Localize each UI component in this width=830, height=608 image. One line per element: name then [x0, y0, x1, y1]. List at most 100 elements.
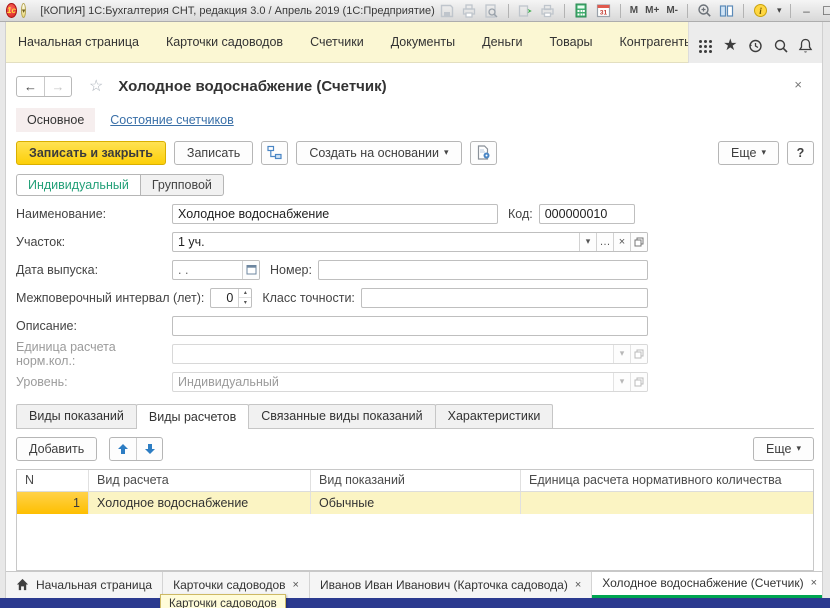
tab-characteristics[interactable]: Характеристики	[435, 404, 554, 428]
back-button[interactable]: ←	[17, 77, 44, 96]
create-based-on-label: Создать на основании	[309, 146, 439, 160]
close-tab-icon[interactable]: ×	[293, 579, 299, 591]
info-icon[interactable]: i	[752, 2, 769, 19]
favorites-star-icon[interactable]: ★	[721, 37, 739, 55]
name-field[interactable]: Холодное водоснабжение	[172, 204, 498, 224]
link-meter-states[interactable]: Состояние счетчиков	[110, 113, 233, 127]
area-dropdown-icon[interactable]: ▾	[579, 233, 596, 251]
form-more-button[interactable]: Еще ▾	[718, 141, 779, 165]
interval-spinner[interactable]: ▴ ▾	[238, 289, 251, 307]
section-documents[interactable]: Документы	[391, 35, 455, 49]
calc-type-cell[interactable]: Холодное водоснабжение	[89, 492, 311, 514]
apps-grid-icon[interactable]	[696, 37, 714, 55]
unit-cell[interactable]	[521, 492, 813, 514]
issue-date-field[interactable]: . .	[172, 260, 260, 280]
section-gardener-cards[interactable]: Карточки садоводов	[166, 35, 283, 49]
history-icon[interactable]	[746, 37, 764, 55]
memory-m-minus-button[interactable]: M-	[665, 5, 679, 16]
taskbar-tab-label: Начальная страница	[36, 578, 152, 592]
forward-button[interactable]: →	[44, 77, 71, 96]
add-row-button[interactable]: Добавить	[16, 437, 97, 461]
notifications-bell-icon[interactable]	[797, 37, 815, 55]
number-field[interactable]	[318, 260, 648, 280]
move-row-up-button[interactable]	[110, 438, 136, 460]
area-clear-icon[interactable]: ×	[613, 233, 630, 251]
memory-m-button[interactable]: M	[629, 5, 639, 16]
taskbar-tab-cold-water-meter[interactable]: Холодное водоснабжение (Счетчик) ×	[592, 572, 828, 598]
interval-value: 0	[211, 291, 238, 305]
toggle-group[interactable]: Групповой	[141, 174, 224, 196]
form-more-label: Еще	[731, 146, 756, 160]
unit-dropdown-icon: ▾	[613, 345, 630, 363]
level-open-icon	[630, 373, 647, 391]
table-more-label: Еще	[766, 442, 791, 456]
tab-calculation-kinds[interactable]: Виды расчетов	[136, 404, 249, 429]
open-windows-panel: Начальная страница Карточки садоводов × …	[6, 571, 822, 598]
calculator-icon[interactable]	[573, 2, 590, 19]
print-icon[interactable]	[461, 2, 478, 19]
divider	[620, 4, 621, 18]
favorite-star-icon[interactable]: ☆	[89, 79, 103, 95]
spinner-down-icon[interactable]: ▾	[239, 298, 251, 307]
name-value: Холодное водоснабжение	[173, 207, 497, 221]
divider	[508, 4, 509, 18]
close-tab-icon[interactable]: ×	[811, 577, 817, 589]
section-meters[interactable]: Счетчики	[310, 35, 364, 49]
system-menu-button[interactable]: ▾	[21, 3, 27, 18]
info-caret-icon[interactable]: ▾	[777, 5, 782, 16]
calendar-icon[interactable]: 31	[595, 2, 612, 19]
column-header-calc-type[interactable]: Вид расчета	[89, 470, 311, 491]
minimize-button[interactable]: –	[799, 3, 815, 19]
accuracy-class-field[interactable]	[361, 288, 648, 308]
column-header-readings-type[interactable]: Вид показаний	[311, 470, 521, 491]
taskbar-tab-home[interactable]: Начальная страница	[6, 572, 163, 598]
home-icon	[16, 578, 29, 591]
code-field[interactable]: 000000010	[539, 204, 635, 224]
date-picker-calendar-icon[interactable]	[242, 261, 259, 279]
zoom-icon[interactable]	[696, 2, 713, 19]
help-button[interactable]: ?	[787, 141, 814, 165]
save-button[interactable]: Записать	[174, 141, 253, 165]
spinner-up-icon[interactable]: ▴	[239, 289, 251, 299]
section-goods[interactable]: Товары	[550, 35, 593, 49]
section-money[interactable]: Деньги	[482, 35, 522, 49]
tab-main[interactable]: Основное	[16, 108, 95, 132]
maximize-button[interactable]: ☐	[820, 3, 830, 19]
document-settings-button[interactable]	[470, 141, 497, 165]
table-more-button[interactable]: Еще▾	[753, 437, 814, 461]
move-row-down-button[interactable]	[136, 438, 162, 460]
caret-down-icon: ▾	[761, 147, 766, 158]
split-window-icon[interactable]	[718, 2, 735, 19]
close-tab-icon[interactable]: ×	[575, 579, 581, 591]
column-header-unit[interactable]: Единица расчета нормативного количества	[521, 470, 813, 491]
create-based-on-button[interactable]: Создать на основании▾	[296, 141, 461, 165]
print-preview-icon[interactable]	[483, 2, 500, 19]
interval-field[interactable]: 0 ▴ ▾	[210, 288, 252, 308]
save-icon[interactable]	[439, 2, 456, 19]
taskbar-tab-gardener-card[interactable]: Иванов Иван Иванович (Карточка садовода)…	[310, 572, 592, 598]
table-header-row: N Вид расчета Вид показаний Единица расч…	[17, 470, 813, 492]
area-open-icon[interactable]	[630, 233, 647, 251]
section-home[interactable]: Начальная страница	[18, 35, 139, 49]
section-counterparties[interactable]: Контрагенты	[620, 35, 694, 49]
area-field[interactable]: 1 уч. ▾ … ×	[172, 232, 648, 252]
area-choose-icon[interactable]: …	[596, 233, 613, 251]
tab-tooltip: Карточки садоводов	[160, 594, 286, 608]
readings-type-cell[interactable]: Обычные	[311, 492, 521, 514]
tab-reading-kinds[interactable]: Виды показаний	[16, 404, 137, 428]
close-form-icon[interactable]: ×	[794, 77, 802, 92]
os-taskbar-strip	[0, 598, 830, 608]
save-and-close-button[interactable]: Записать и закрыть	[16, 141, 166, 165]
unit-field: ▾	[172, 344, 648, 364]
table-row[interactable]: 1 Холодное водоснабжение Обычные	[17, 492, 813, 514]
toggle-individual[interactable]: Индивидуальный	[16, 174, 141, 196]
fax-icon[interactable]	[539, 2, 556, 19]
search-icon[interactable]	[772, 37, 790, 55]
window-right-edge	[822, 22, 830, 598]
subordination-structure-button[interactable]	[261, 141, 288, 165]
memory-m-plus-button[interactable]: M+	[644, 5, 660, 16]
column-header-n[interactable]: N	[17, 470, 89, 491]
description-field[interactable]	[172, 316, 648, 336]
tab-linked-reading-kinds[interactable]: Связанные виды показаний	[248, 404, 435, 428]
send-icon[interactable]	[517, 2, 534, 19]
